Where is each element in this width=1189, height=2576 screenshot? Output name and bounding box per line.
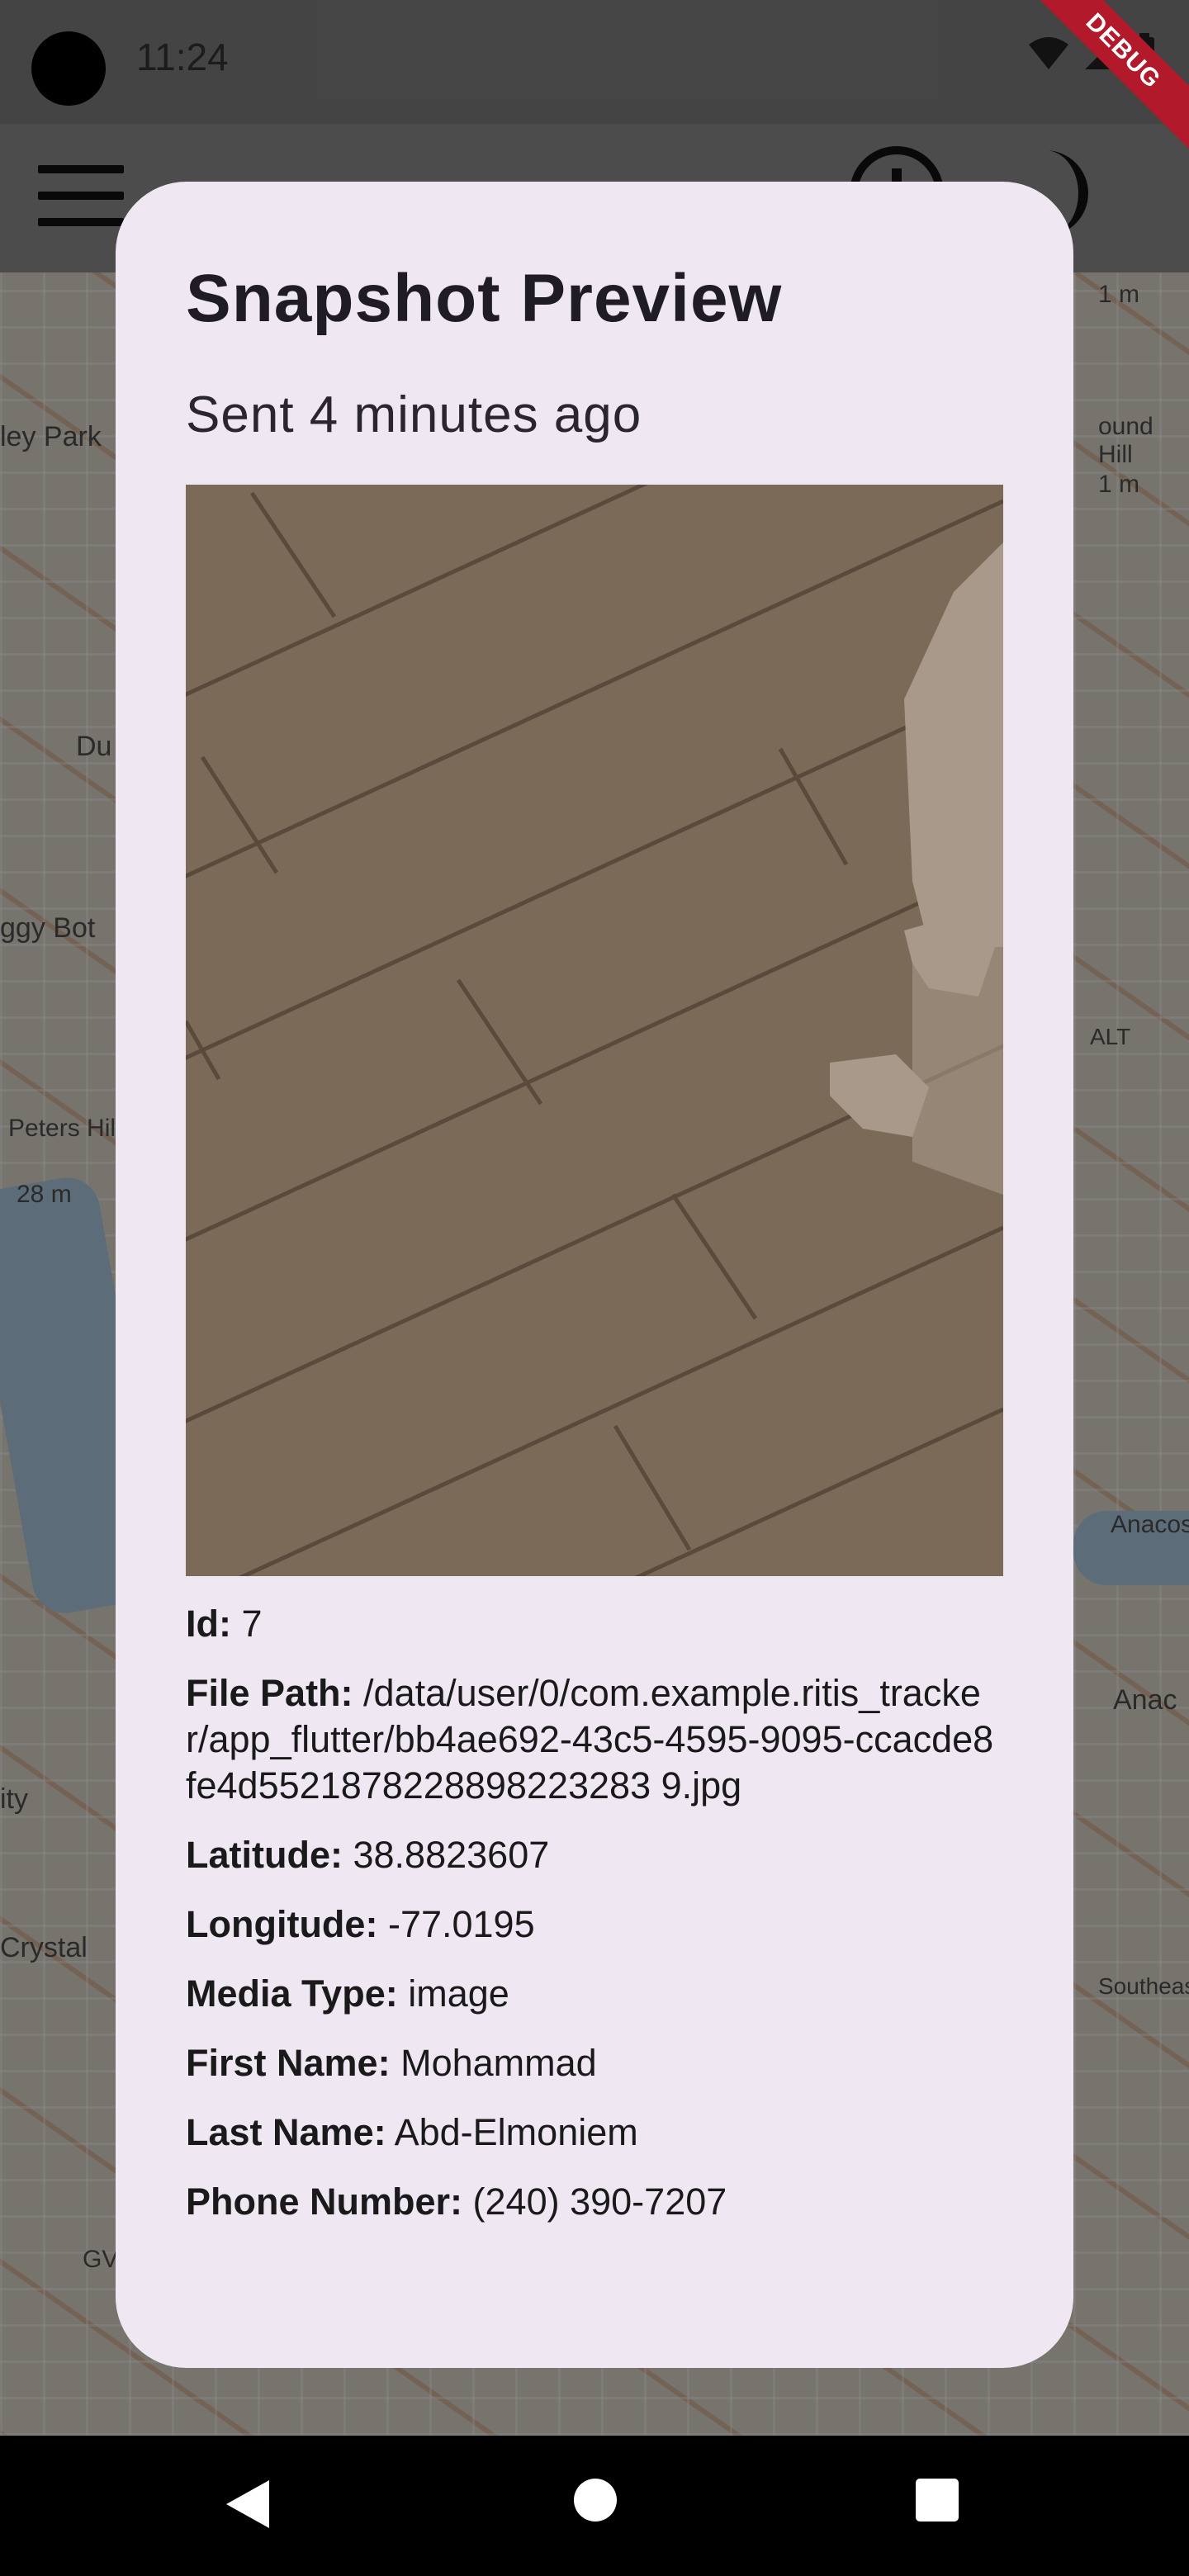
detail-value: Abd-Elmoniem [394, 2111, 638, 2154]
detail-value: 7 [241, 1603, 263, 1646]
detail-row-first-name: First Name: Mohammad [186, 2040, 1003, 2086]
detail-label: Media Type: [186, 1972, 398, 2015]
snapshot-preview-dialog: Snapshot Preview Sent 4 minutes ago Id: … [116, 182, 1073, 2368]
detail-label: File Path: [186, 1672, 353, 1715]
dialog-subtitle: Sent 4 minutes ago [186, 386, 642, 444]
detail-label: Last Name: [186, 2111, 386, 2154]
detail-row-latitude: Latitude: 38.8823607 [186, 1832, 1003, 1878]
detail-value: Mohammad [400, 2042, 597, 2085]
detail-row-last-name: Last Name: Abd-Elmoniem [186, 2110, 1003, 2156]
detail-label: Phone Number: [186, 2181, 463, 2223]
detail-label: First Name: [186, 2042, 391, 2085]
detail-row-id: Id: 7 [186, 1601, 1003, 1647]
home-icon[interactable] [572, 2477, 618, 2523]
detail-row-longitude: Longitude: -77.0195 [186, 1901, 1003, 1948]
detail-value: image [408, 1972, 509, 2015]
detail-row-phone-number: Phone Number: (240) 390-7207 [186, 2179, 1003, 2225]
detail-value: 38.8823607 [353, 1834, 550, 1877]
recents-icon[interactable] [914, 2477, 960, 2523]
detail-label: Latitude: [186, 1834, 343, 1877]
detail-value: (240) 390-7207 [472, 2181, 727, 2223]
detail-value: -77.0195 [387, 1903, 535, 1946]
snapshot-image [186, 485, 1003, 1577]
dialog-title: Snapshot Preview [186, 261, 783, 336]
detail-row-media-type: Media Type: image [186, 1971, 1003, 2017]
system-nav-bar [0, 2436, 1189, 2576]
detail-label: Longitude: [186, 1903, 378, 1946]
detail-row-file-path: File Path: /data/user/0/com.example.riti… [186, 1670, 1003, 1809]
detail-label: Id: [186, 1603, 231, 1646]
snapshot-details: Id: 7 File Path: /data/user/0/com.exampl… [186, 1601, 1003, 2225]
back-icon[interactable] [223, 2477, 272, 2531]
wood-floor-photo [186, 485, 1003, 1577]
